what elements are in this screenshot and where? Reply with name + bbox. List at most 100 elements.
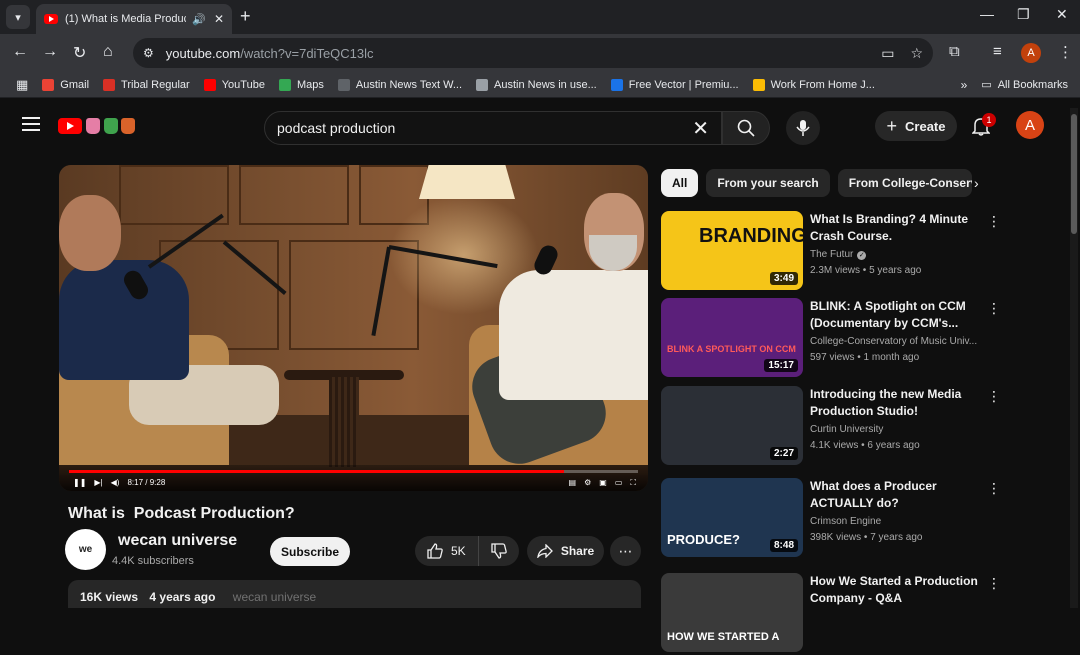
minimize-icon[interactable]: — bbox=[980, 6, 994, 22]
subscribe-button[interactable]: Subscribe bbox=[270, 537, 350, 566]
tab-search-chevron-icon[interactable]: ▾ bbox=[6, 5, 30, 29]
create-button[interactable]: + Create bbox=[875, 111, 957, 141]
recommendation-item[interactable]: HOW WE STARTED A How We Started a Product… bbox=[661, 573, 1006, 655]
video-thumbnail[interactable]: PRODUCE? 8:48 bbox=[661, 478, 803, 557]
share-arrow-icon bbox=[537, 544, 553, 558]
dislike-button[interactable] bbox=[479, 536, 519, 566]
settings-gear-icon[interactable]: ⚙ bbox=[584, 478, 591, 488]
channel-name[interactable]: wecan universe bbox=[118, 532, 237, 550]
recommendation-item[interactable]: BLINK A SPOTLIGHT ON CCM 15:17 BLINK: A Sp… bbox=[661, 298, 1006, 380]
extensions-puzzle-icon[interactable]: ⧉ bbox=[949, 43, 960, 60]
restore-icon[interactable]: ❐ bbox=[1017, 6, 1030, 23]
pause-icon[interactable]: ❚❚ bbox=[73, 478, 86, 487]
bookmark-favicon-icon bbox=[103, 78, 116, 91]
chip-all[interactable]: All bbox=[661, 169, 699, 197]
recommendation-item[interactable]: 2:27 Introducing the new Media Production… bbox=[661, 386, 1006, 468]
recommendation-channel[interactable]: Crimson Engine bbox=[810, 516, 982, 527]
bookmark-star-icon[interactable]: ☆ bbox=[910, 45, 923, 62]
recommendation-menu-icon[interactable]: ⋮ bbox=[987, 575, 1001, 592]
subtitles-icon[interactable]: ▤ bbox=[569, 478, 577, 488]
forward-arrow-icon[interactable]: → bbox=[42, 43, 58, 61]
bookmark-favicon-icon bbox=[610, 78, 623, 91]
wall-panel bbox=[119, 165, 229, 225]
video-thumbnail[interactable]: BLINK A SPOTLIGHT ON CCM 15:17 bbox=[661, 298, 803, 377]
recommendation-channel[interactable]: College-Conservatory of Music Univ... bbox=[810, 336, 982, 347]
bookmark-favicon-icon bbox=[337, 78, 350, 91]
chrome-profile-avatar[interactable]: A bbox=[1021, 43, 1041, 63]
chrome-menu-icon[interactable]: ⋮ bbox=[1058, 43, 1073, 61]
recommendation-menu-icon[interactable]: ⋮ bbox=[987, 388, 1001, 405]
clear-search-icon[interactable]: ✕ bbox=[692, 116, 709, 141]
back-arrow-icon[interactable]: ← bbox=[12, 43, 28, 61]
more-actions-icon[interactable]: ⋯ bbox=[610, 536, 641, 566]
recommendation-title[interactable]: How We Started a Production Company - Q&… bbox=[810, 573, 980, 607]
bookmark-item[interactable]: YouTube bbox=[203, 78, 265, 91]
recommendation-title[interactable]: What Is Branding? 4 Minute Crash Course. bbox=[810, 211, 980, 245]
search-input[interactable]: podcast production ✕ bbox=[264, 111, 722, 145]
bookmark-item[interactable]: Austin News in use... bbox=[476, 78, 597, 91]
search-button[interactable] bbox=[722, 111, 770, 145]
bookmark-item[interactable]: Free Vector | Premiu... bbox=[610, 78, 739, 91]
recommendation-menu-icon[interactable]: ⋮ bbox=[987, 300, 1001, 317]
new-tab-plus-icon[interactable]: + bbox=[240, 6, 251, 27]
recommendation-channel[interactable]: The Futur ✓ bbox=[810, 249, 982, 260]
recommendation-title[interactable]: BLINK: A Spotlight on CCM (Documentary b… bbox=[810, 298, 980, 332]
voice-search-button[interactable] bbox=[786, 111, 820, 145]
like-dislike-group: 5K bbox=[415, 536, 519, 566]
like-button[interactable]: 5K bbox=[415, 536, 479, 566]
window-close-icon[interactable]: ✕ bbox=[1056, 6, 1068, 23]
channel-avatar[interactable]: we bbox=[65, 529, 106, 570]
channel-label: College-Conservatory of Music Univ... bbox=[810, 336, 978, 347]
video-thumbnail[interactable]: HOW WE STARTED A bbox=[661, 573, 803, 652]
description-box[interactable]: 16K views 4 years ago wecan universe bbox=[68, 580, 641, 608]
all-bookmarks-folder[interactable]: ▭ All Bookmarks bbox=[981, 78, 1068, 92]
site-info-icon[interactable]: ⚙ bbox=[143, 46, 154, 60]
bookmark-item[interactable]: Gmail bbox=[42, 78, 89, 91]
bookmark-item[interactable]: Work From Home J... bbox=[752, 78, 875, 91]
video-player[interactable]: ❚❚ ▶| ◀) 8:17 / 9:28 ▤ ⚙ ▣ ▭ ⛶ bbox=[59, 165, 648, 491]
miniplayer-icon[interactable]: ▣ bbox=[599, 478, 607, 488]
browser-tab-strip: ▾ (1) What is Media Production 🔊 ✕ + — ❐… bbox=[0, 0, 1080, 34]
thumbs-down-icon bbox=[491, 543, 507, 559]
home-icon[interactable]: ⌂ bbox=[103, 43, 113, 61]
fullscreen-icon[interactable]: ⛶ bbox=[630, 478, 636, 488]
guide-menu-icon[interactable] bbox=[22, 117, 40, 135]
cast-icon[interactable]: ▭ bbox=[881, 45, 894, 62]
volume-icon[interactable]: ◀) bbox=[111, 478, 120, 487]
video-thumbnail[interactable]: BRANDING 3:49 bbox=[661, 211, 803, 290]
chip-from-your-search[interactable]: From your search bbox=[706, 169, 830, 197]
recommendation-item[interactable]: PRODUCE? 8:48 What does a Producer ACTUALL… bbox=[661, 478, 1006, 560]
bookmark-label: Tribal Regular bbox=[121, 78, 190, 91]
bookmark-item[interactable]: Maps bbox=[278, 78, 324, 91]
media-controls-icon[interactable]: ≡ bbox=[993, 43, 1002, 60]
bookmark-item[interactable]: Austin News Text W... bbox=[337, 78, 462, 91]
next-icon[interactable]: ▶| bbox=[94, 478, 102, 487]
browser-tab-active[interactable]: (1) What is Media Production 🔊 ✕ bbox=[36, 4, 232, 34]
bookmark-label: Free Vector | Premiu... bbox=[628, 78, 739, 91]
account-avatar[interactable]: A bbox=[1016, 111, 1044, 139]
speaker-icon[interactable]: 🔊 bbox=[192, 13, 206, 26]
recommendation-item[interactable]: BRANDING 3:49 What Is Branding? 4 Minute C… bbox=[661, 211, 1006, 293]
recommendation-channel[interactable]: Curtin University bbox=[810, 424, 982, 435]
video-thumbnail[interactable]: 2:27 bbox=[661, 386, 803, 465]
share-label: Share bbox=[560, 544, 595, 558]
bookmark-item[interactable]: Tribal Regular bbox=[103, 78, 190, 91]
share-button[interactable]: Share bbox=[527, 536, 604, 566]
recommendation-title[interactable]: What does a Producer ACTUALLY do? bbox=[810, 478, 980, 512]
recommendation-menu-icon[interactable]: ⋮ bbox=[987, 480, 1001, 497]
bookmarks-overflow-icon[interactable]: » bbox=[961, 78, 968, 92]
tab-close-icon[interactable]: ✕ bbox=[214, 12, 224, 26]
chips-next-chevron-icon[interactable]: › bbox=[974, 175, 979, 191]
side-table-base bbox=[329, 377, 359, 467]
theater-mode-icon[interactable]: ▭ bbox=[615, 478, 623, 488]
chip-from-college-conservatory[interactable]: From College-Conservatory of Music bbox=[837, 169, 972, 197]
address-bar[interactable]: ⚙ youtube.com /watch?v=7diTeQC13lc ▭ ☆ bbox=[133, 38, 933, 68]
apps-grid-icon[interactable]: ▦ bbox=[16, 77, 28, 93]
page-scrollbar-thumb[interactable] bbox=[1071, 114, 1077, 234]
progress-bar[interactable] bbox=[69, 470, 638, 473]
description-tag: wecan universe bbox=[232, 590, 317, 604]
youtube-logo-icon[interactable] bbox=[58, 118, 82, 134]
recommendation-title[interactable]: Introducing the new Media Production Stu… bbox=[810, 386, 980, 420]
recommendation-menu-icon[interactable]: ⋮ bbox=[987, 213, 1001, 230]
reload-icon[interactable]: ↻ bbox=[73, 43, 86, 63]
